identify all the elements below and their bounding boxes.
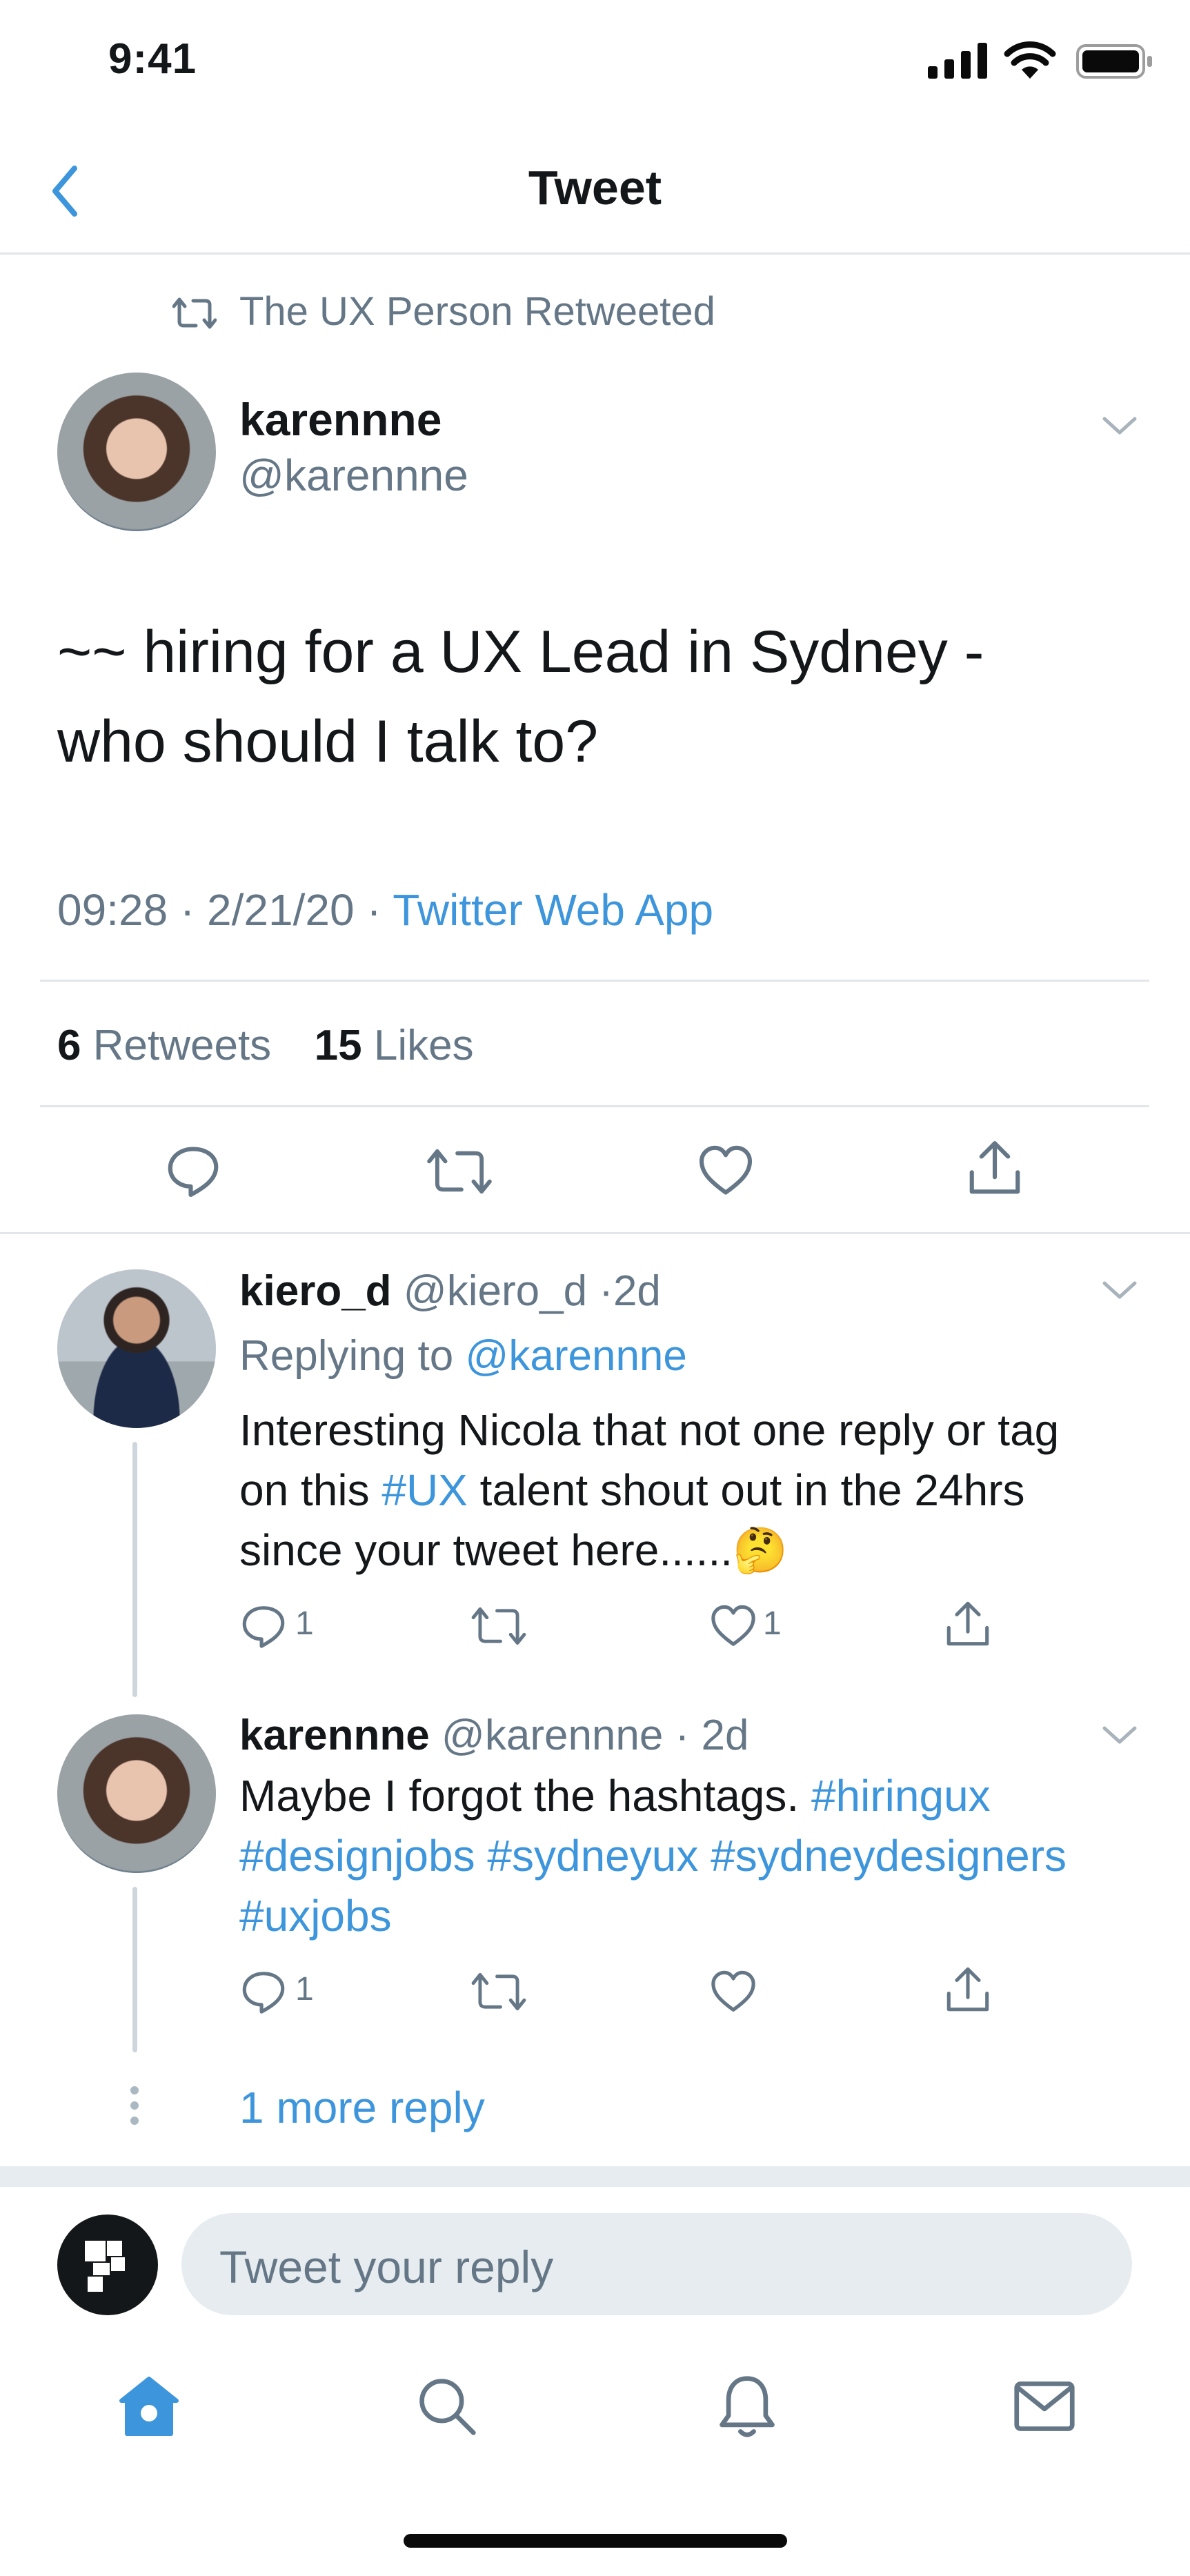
battery-icon [1076,44,1152,79]
messages-icon[interactable] [1013,2379,1076,2434]
reply-count: 1 [295,1605,314,1642]
reply-icon[interactable] [164,1142,222,1200]
reply-composer-input[interactable]: Tweet your reply [181,2213,1132,2315]
notifications-icon[interactable] [717,2373,777,2439]
reply-icon[interactable] [239,1968,288,2016]
share-icon[interactable] [944,1965,992,2016]
reply-text-segment: talent shout out in the 24hrs [479,1465,1025,1515]
tweet-stats: 6 Retweets 15 Likes [57,1021,474,1070]
author-display-name[interactable]: karennne [239,393,442,446]
retweeted-by-label: The UX Person Retweeted [239,289,715,334]
stats-divider [40,1105,1149,1107]
tweet-source-link[interactable]: Twitter Web App [393,885,713,935]
user-logo-icon [85,2241,125,2292]
hashtag-link[interactable]: #hiringux [811,1771,991,1821]
like-count: 1 [763,1605,782,1642]
reply-text-line: since your tweet here......🤔 [239,1520,1059,1581]
reply-avatar[interactable] [57,1714,216,1873]
author-avatar[interactable] [57,373,216,531]
reply-text: Interesting Nicola that not one reply or… [239,1400,1059,1581]
tweet-text-line: who should I talk to? [57,709,599,775]
cellular-signal-icon [928,43,987,79]
reply-text-line: Interesting Nicola that not one reply or… [239,1405,1060,1455]
like-heart-icon[interactable] [709,1968,757,2016]
reply-text-segment: Maybe I forgot the hashtags. [239,1771,800,1821]
status-time: 9:41 [108,35,197,83]
tweet-text: ~~ hiring for a UX Lead in Sydney - who … [57,607,984,786]
retweet-icon[interactable] [425,1145,494,1198]
hashtag-link[interactable]: #UX [381,1465,468,1515]
tweet-text-line: ~~ hiring for a UX Lead in Sydney - [57,619,984,685]
reply-composer-placeholder: Tweet your reply [219,2241,554,2292]
thread-dots-icon [130,2086,139,2125]
tweet-menu-chevron-icon[interactable] [1099,412,1140,439]
retweets-label[interactable]: Retweets [93,1022,271,1069]
meta-divider [40,980,1149,982]
replying-to: Replying to @karennne [239,1331,687,1380]
tweet-meta: 09:28 · 2/21/20 · Twitter Web App [57,884,713,935]
likes-label[interactable]: Likes [374,1022,474,1069]
search-icon[interactable] [415,2375,479,2438]
current-user-avatar[interactable] [57,2215,158,2315]
retweets-count[interactable]: 6 [57,1022,81,1069]
share-icon[interactable] [966,1138,1024,1199]
page-title: Tweet [528,161,662,215]
reply-menu-chevron-icon[interactable] [1099,1721,1140,1749]
retweet-context-icon [172,297,217,329]
reply-menu-chevron-icon[interactable] [1099,1276,1140,1304]
reply-count: 1 [295,1971,314,2008]
reply-text-segment: since your tweet here...... [239,1525,733,1575]
actions-divider [0,1232,1190,1234]
thinking-face-emoji: 🤔 [733,1525,788,1575]
reply-handle-time[interactable]: @kiero_d ·2d [404,1267,661,1315]
reply-handle-time[interactable]: @karennne · 2d [442,1712,749,1759]
reply-header: karennne @karennne · 2d [239,1711,748,1760]
reply-header: kiero_d @kiero_d ·2d [239,1267,661,1316]
author-handle[interactable]: @karennne [239,450,468,501]
header-divider [0,252,1190,255]
reply-icon[interactable] [239,1602,288,1650]
replying-to-handle[interactable]: @karennne [465,1332,686,1380]
reply-avatar[interactable] [57,1269,216,1428]
reply-display-name[interactable]: kiero_d [239,1267,392,1315]
hashtag-link[interactable]: #designjobs #sydneyux #sydneydesigners [239,1826,1067,1886]
thread-line [132,1887,137,2052]
likes-count[interactable]: 15 [315,1022,362,1069]
reply-text-line: Maybe I forgot the hashtags. #hiringux [239,1766,1067,1826]
retweet-icon[interactable] [470,1970,527,2014]
reply-display-name[interactable]: karennne [239,1712,430,1759]
like-heart-icon[interactable] [709,1602,757,1650]
thread-line [132,1442,137,1697]
home-indicator [404,2534,787,2548]
like-heart-icon[interactable] [697,1142,755,1200]
home-icon[interactable] [116,2375,182,2438]
more-replies-link[interactable]: 1 more reply [239,2082,485,2133]
share-icon[interactable] [944,1599,992,1650]
reply-text-line: on this #UX talent shout out in the 24hr… [239,1460,1059,1520]
retweet-icon[interactable] [470,1604,527,1648]
reply-text-segment: on this [239,1465,370,1515]
reply-text: Maybe I forgot the hashtags. #hiringux #… [239,1766,1067,1946]
wifi-icon [1004,41,1056,79]
composer-separator [0,2166,1190,2187]
replying-to-label: Replying to [239,1332,454,1380]
tweet-timestamp: 09:28 · 2/21/20 · [57,885,381,935]
hashtag-link[interactable]: #uxjobs [239,1886,1067,1946]
